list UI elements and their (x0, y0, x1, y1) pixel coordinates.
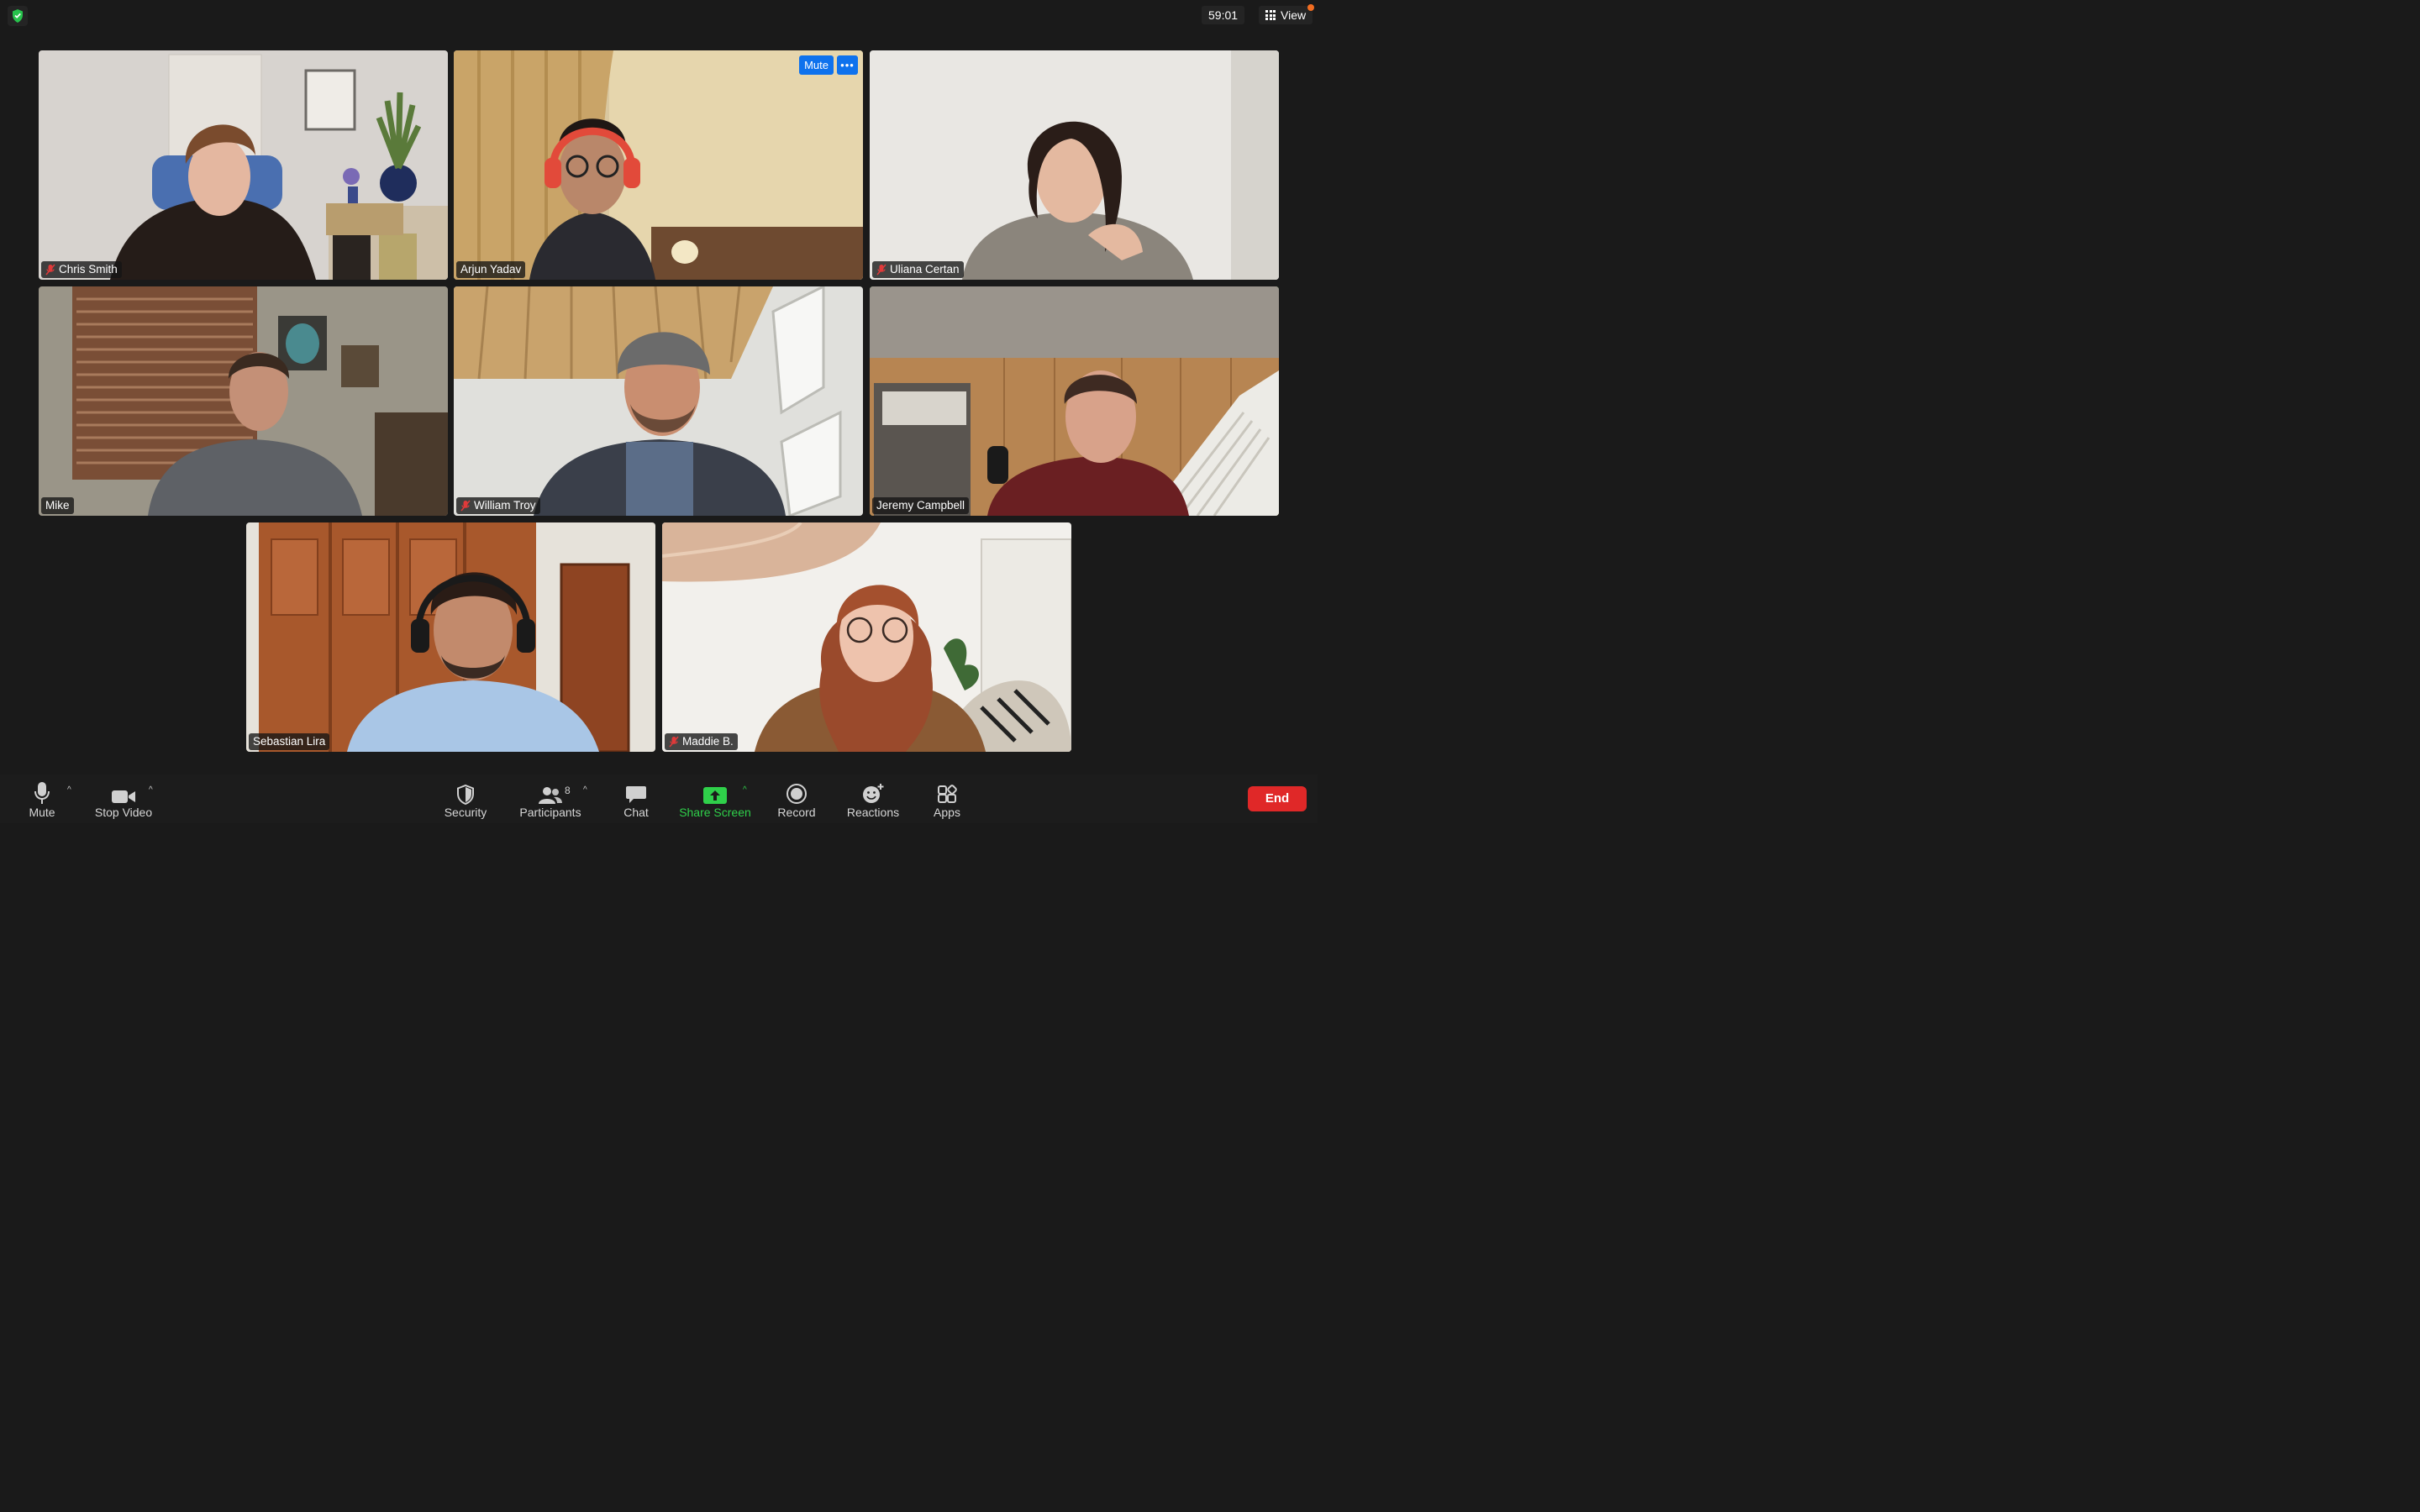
participants-button[interactable]: Participants (516, 774, 585, 823)
video-options-chevron-icon[interactable]: ^ (149, 785, 157, 795)
meeting-timer: 59:01 (1202, 6, 1245, 24)
video-feed (39, 286, 448, 516)
view-label: View (1281, 8, 1307, 22)
participant-name: Jeremy Campbell (876, 499, 965, 512)
chat-label: Chat (623, 806, 649, 819)
share-screen-arrow-icon (703, 787, 727, 804)
video-tile-chris-smith[interactable]: Chris Smith (39, 50, 448, 280)
participant-name-tag: Maddie B. (665, 733, 738, 750)
video-tile-maddie-b[interactable]: Maddie B. (662, 522, 1071, 752)
video-feed (662, 522, 1071, 752)
participant-name-tag: Uliana Certan (872, 261, 964, 278)
video-feed (246, 522, 655, 752)
participant-name: Sebastian Lira (253, 735, 326, 748)
chat-bubble-icon (626, 786, 646, 803)
mute-label: Mute (29, 806, 55, 819)
security-button[interactable]: Security (440, 774, 491, 823)
video-tile-jeremy-campbell[interactable]: Jeremy Campbell (870, 286, 1279, 516)
encryption-shield-icon[interactable] (8, 6, 28, 26)
muted-mic-icon (45, 264, 55, 276)
participant-name-tag: Sebastian Lira (249, 733, 330, 750)
security-shield-icon (457, 785, 474, 805)
notification-dot (1307, 4, 1315, 11)
muted-mic-icon (876, 264, 886, 276)
participant-name-tag: Mike (41, 497, 74, 514)
video-camera-icon (112, 790, 135, 803)
video-tile-arjun-yadav[interactable]: Mute ••• Arjun Yadav (454, 50, 863, 280)
video-tile-sebastian-lira[interactable]: Sebastian Lira (246, 522, 655, 752)
stop-video-button[interactable]: Stop Video (90, 774, 157, 823)
participant-name-tag: Jeremy Campbell (872, 497, 970, 514)
stop-video-label: Stop Video (94, 806, 153, 819)
video-feed (454, 286, 863, 516)
apps-label: Apps (934, 806, 960, 819)
participants-icon (539, 787, 562, 804)
share-screen-label: Share Screen (679, 806, 751, 819)
microphone-icon (34, 782, 50, 804)
record-button[interactable]: Record (776, 774, 818, 823)
view-button[interactable]: View (1259, 4, 1315, 24)
video-tile-uliana-certan[interactable]: Uliana Certan (870, 50, 1279, 280)
share-options-chevron-icon[interactable]: ^ (743, 785, 751, 795)
end-meeting-button[interactable]: End (1248, 786, 1307, 811)
video-feed (870, 50, 1279, 280)
reactions-smiley-icon (863, 784, 884, 803)
video-feed (454, 50, 863, 280)
record-label: Record (777, 806, 816, 819)
apps-icon (938, 785, 957, 803)
muted-mic-icon (460, 500, 471, 512)
participant-name: Uliana Certan (890, 263, 960, 276)
video-feed (39, 50, 448, 280)
mute-button[interactable]: Mute (18, 774, 66, 823)
grid-view-icon (1265, 10, 1276, 20)
participant-name: Maddie B. (682, 735, 734, 748)
participant-name-tag: Chris Smith (41, 261, 122, 278)
participant-mute-button[interactable]: Mute (799, 55, 834, 75)
participants-label: Participants (519, 806, 581, 819)
video-feed (870, 286, 1279, 516)
chat-button[interactable]: Chat (618, 774, 655, 823)
top-bar: 59:01 View (0, 0, 1318, 32)
participants-count-badge: 8 (565, 785, 571, 796)
muted-mic-icon (669, 736, 679, 748)
participant-name: William Troy (474, 499, 536, 512)
audio-options-chevron-icon[interactable]: ^ (67, 785, 76, 795)
reactions-label: Reactions (846, 806, 900, 819)
security-label: Security (444, 806, 487, 819)
video-tile-mike[interactable]: Mike (39, 286, 448, 516)
more-options-button[interactable]: ••• (837, 55, 858, 75)
participant-name: Chris Smith (59, 263, 118, 276)
meeting-toolbar: Mute ^ Stop Video ^ Security Participant… (0, 774, 1318, 823)
participant-name-tag: William Troy (456, 497, 540, 514)
record-icon (786, 784, 807, 804)
reactions-button[interactable]: Reactions (844, 774, 902, 823)
video-tile-william-troy[interactable]: William Troy (454, 286, 863, 516)
tile-controls: Mute ••• (799, 55, 858, 75)
participants-options-chevron-icon[interactable]: ^ (583, 785, 592, 795)
participant-name: Arjun Yadav (460, 263, 522, 276)
apps-button[interactable]: Apps (929, 774, 965, 823)
participant-name: Mike (45, 499, 70, 512)
share-screen-button[interactable]: Share Screen (677, 774, 753, 823)
participant-name-tag: Arjun Yadav (456, 261, 526, 278)
